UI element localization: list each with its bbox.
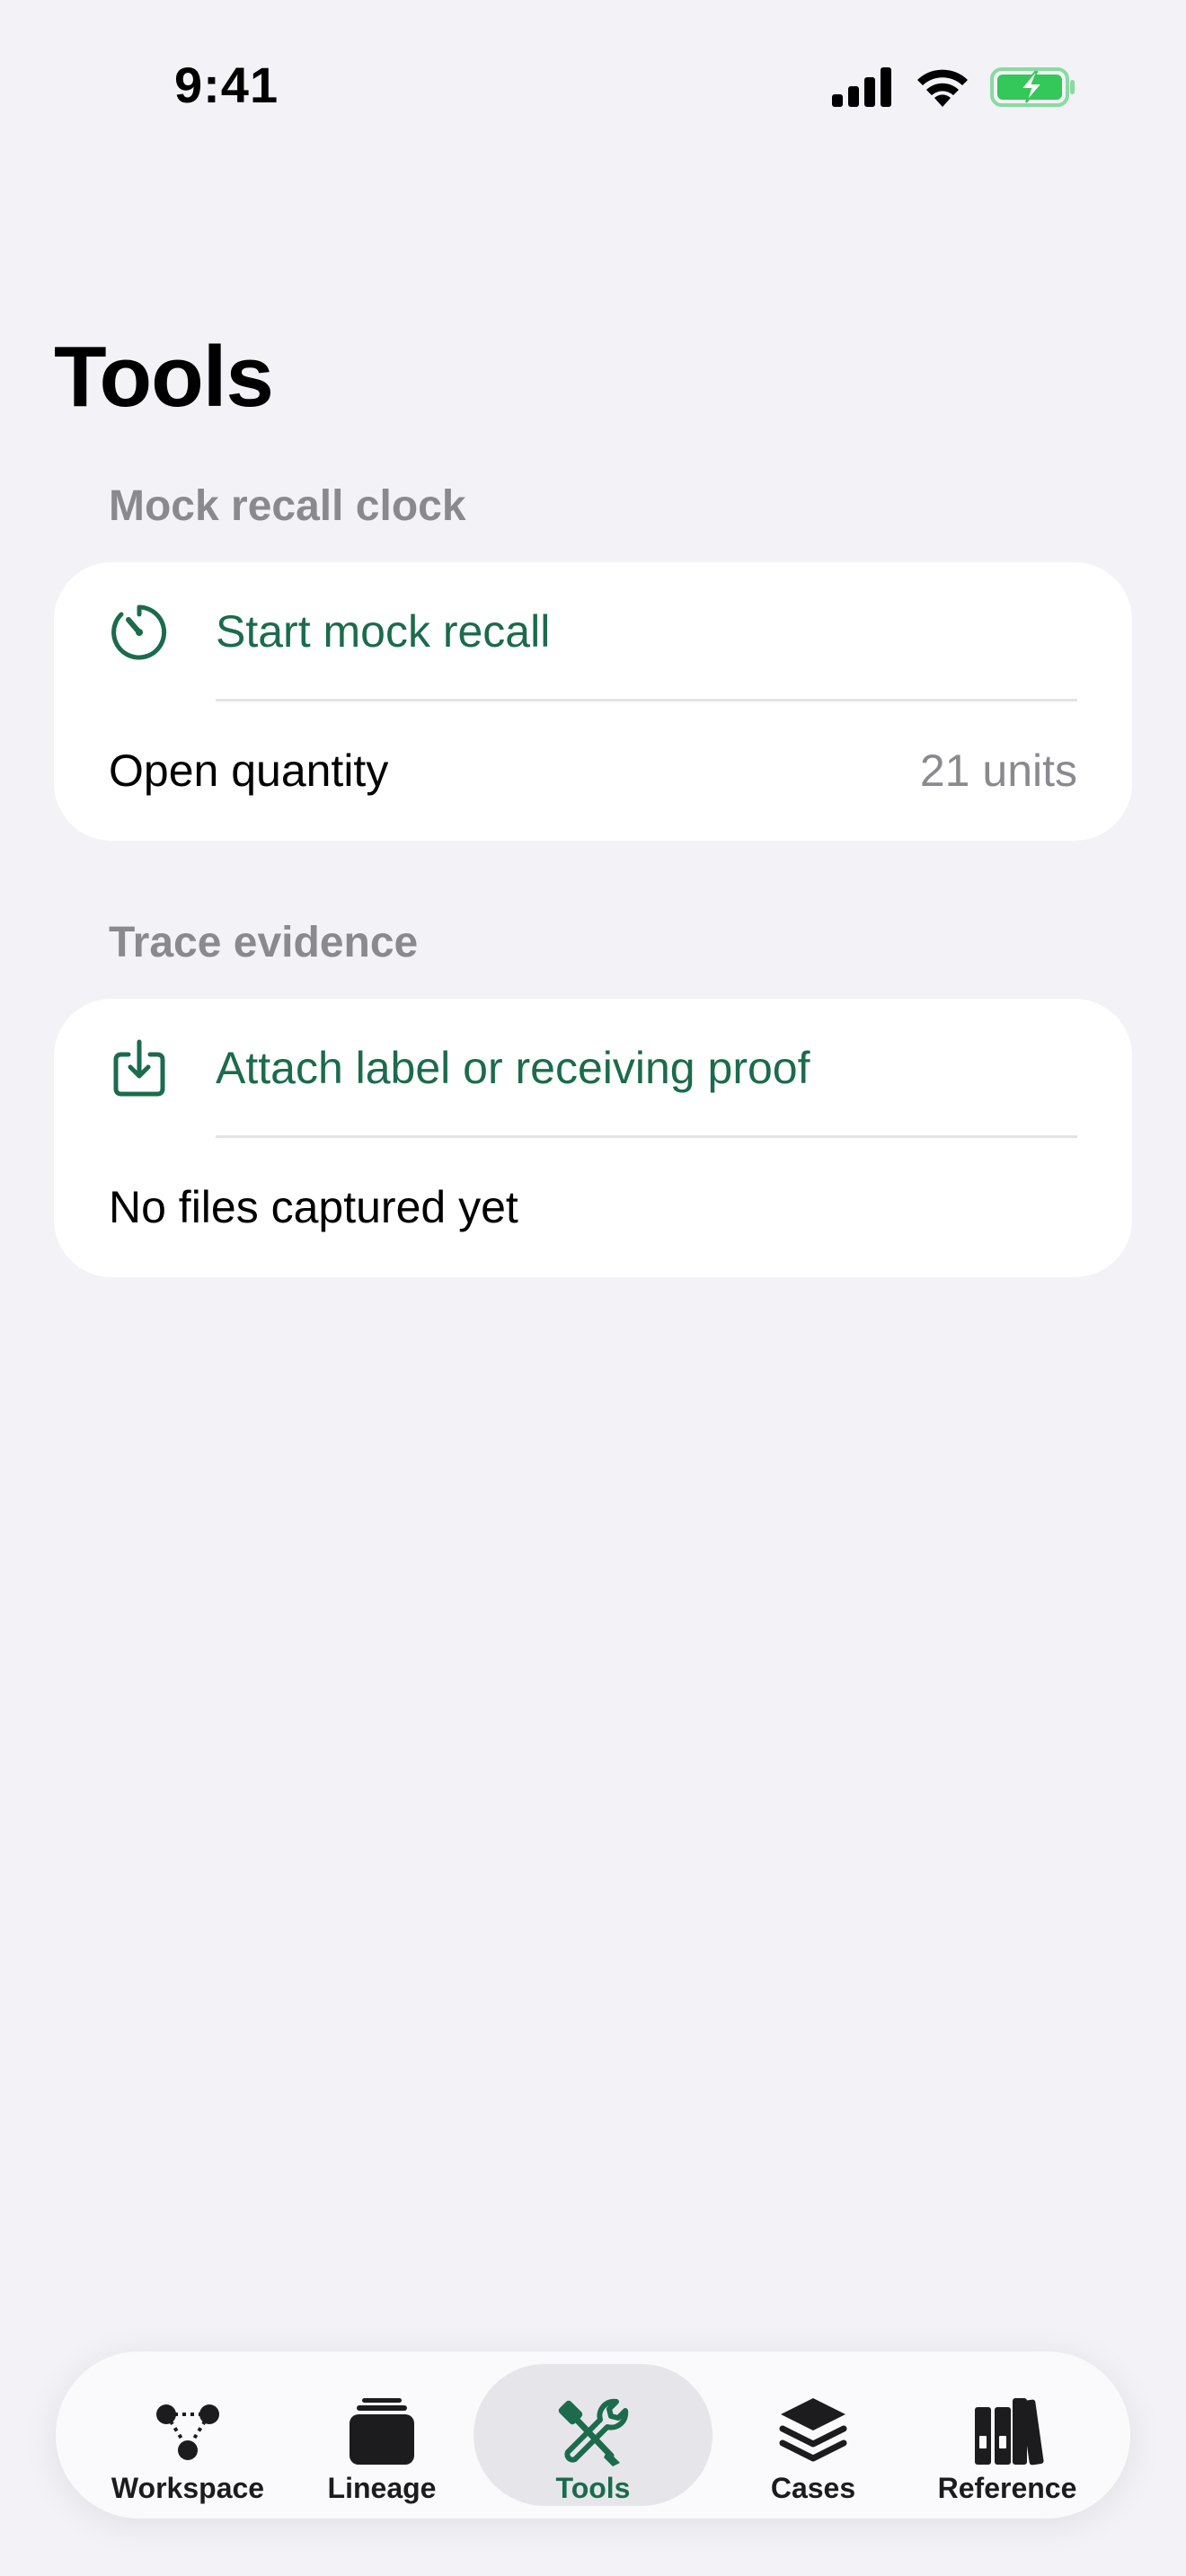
battery-charging-icon xyxy=(990,67,1075,107)
page-title: Tools xyxy=(54,329,274,425)
files-status-row: No files captured yet xyxy=(54,1138,1132,1277)
tab-tools[interactable]: Tools xyxy=(474,2364,712,2506)
mock-recall-card: Start mock recall Open quantity 21 units xyxy=(54,562,1132,841)
cellular-signal-icon xyxy=(832,67,891,107)
start-mock-recall-button[interactable]: Start mock recall xyxy=(54,562,1132,701)
trace-evidence-card: Attach label or receiving proof No files… xyxy=(54,999,1132,1277)
tab-label: Cases xyxy=(770,2472,856,2504)
tab-label: Lineage xyxy=(327,2472,437,2504)
tab-workspace[interactable]: Workspace xyxy=(89,2364,287,2506)
tab-label: Tools xyxy=(555,2472,631,2504)
tab-label: Workspace xyxy=(111,2472,265,2504)
tab-reference[interactable]: Reference xyxy=(908,2364,1106,2506)
section-header-mock-recall: Mock recall clock xyxy=(109,482,466,530)
tab-lineage[interactable]: Lineage xyxy=(283,2364,481,2506)
tab-cases[interactable]: Cases xyxy=(714,2364,912,2506)
attach-proof-label: Attach label or receiving proof xyxy=(216,1043,810,1093)
layers-icon xyxy=(779,2398,847,2462)
attach-proof-button[interactable]: Attach label or receiving proof xyxy=(54,999,1132,1138)
tab-label: Reference xyxy=(937,2472,1077,2504)
wrench-screwdriver-icon xyxy=(558,2398,629,2466)
wifi-icon xyxy=(917,69,968,107)
open-quantity-value: 21 units xyxy=(919,745,1077,796)
stacked-cards-icon xyxy=(350,2398,414,2465)
start-mock-recall-label: Start mock recall xyxy=(216,606,551,657)
open-quantity-label: Open quantity xyxy=(109,745,389,796)
status-bar: 9:41 xyxy=(0,0,1186,171)
books-icon xyxy=(975,2398,1044,2466)
network-nodes-icon xyxy=(156,2404,219,2460)
timer-icon xyxy=(111,604,167,660)
files-status-text: No files captured yet xyxy=(109,1182,518,1232)
status-icons xyxy=(832,65,1076,110)
open-quantity-row: Open quantity 21 units xyxy=(54,701,1132,841)
status-time: 9:41 xyxy=(174,57,279,113)
download-tray-icon xyxy=(113,1039,165,1097)
section-header-trace-evidence: Trace evidence xyxy=(109,919,419,966)
tab-bar: Workspace Lineage Tools Cases Reference xyxy=(56,2351,1130,2519)
